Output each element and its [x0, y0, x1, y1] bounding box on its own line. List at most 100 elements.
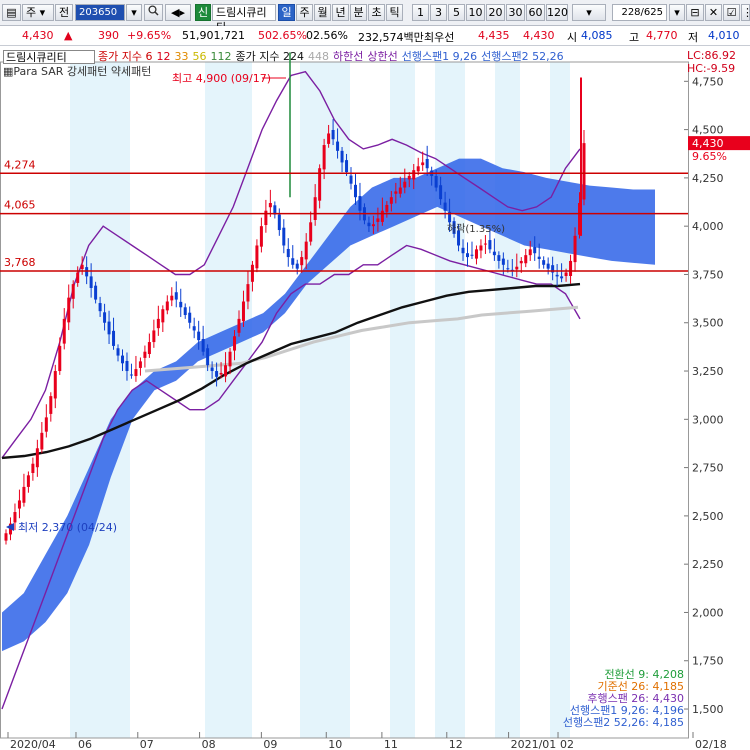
period-tab-2[interactable]: 월 — [314, 4, 331, 21]
stock-name: 드림시큐리티 — [212, 4, 276, 34]
candle-body — [528, 249, 532, 256]
candle-body — [107, 321, 111, 335]
code-dropdown-icon[interactable]: ▾ — [126, 4, 142, 21]
y-tick-label: 4,500 — [692, 124, 724, 137]
period-tab-1[interactable]: 주 — [296, 4, 313, 21]
candle-body — [501, 258, 505, 265]
candle-body — [421, 162, 425, 166]
sar-legend: ▦Para SAR 강세패턴 약세패턴 — [3, 63, 151, 79]
legend-ma-label: 종가 지수 6 — [98, 50, 153, 63]
candle-body — [44, 417, 48, 432]
stock-code-input[interactable]: 203650 — [75, 4, 125, 21]
candle-body — [259, 226, 263, 247]
y-tick-label: 2,250 — [692, 558, 724, 571]
close-chart-icon[interactable]: ✕ — [705, 4, 722, 21]
interval-button-5[interactable]: 5 — [448, 4, 465, 21]
candle-body — [336, 141, 340, 151]
y-tick-label: 3,000 — [692, 413, 724, 426]
period-tab-5[interactable]: 초 — [368, 4, 385, 21]
candle-body — [219, 372, 223, 375]
candle-body — [327, 133, 331, 144]
y-tick-label: 1,500 — [692, 703, 724, 716]
candle-body — [116, 348, 120, 356]
y-tick-label: 2,500 — [692, 510, 724, 523]
prev-button[interactable]: 전 — [55, 4, 73, 21]
high-annotation: 최고 4,900 (09/17) — [172, 72, 271, 85]
x-tick-label: 08 — [202, 738, 216, 750]
candle-body — [152, 330, 156, 343]
candle-body — [385, 204, 389, 212]
x-tick-label: 02 — [560, 738, 574, 750]
period-tab-0[interactable]: 일 — [278, 4, 295, 21]
quote-bar: 4,430 ▲ 390 +9.65% 51,901,721 502.65% 02… — [0, 26, 750, 46]
legend-ma-12: 12 — [156, 50, 171, 63]
candle-body — [277, 214, 281, 231]
candle-body — [546, 263, 550, 269]
candle-body — [13, 512, 17, 523]
down-arrow-icon[interactable]: ▾ — [669, 4, 685, 21]
candle-body — [255, 245, 259, 269]
candle-body — [98, 303, 102, 312]
candle-body — [268, 202, 272, 208]
checkbox-icon[interactable]: ☑ — [723, 4, 740, 21]
interval-button-30[interactable]: 30 — [506, 4, 525, 21]
candle-body — [488, 240, 492, 250]
period-tab-6[interactable]: 틱 — [386, 4, 403, 21]
interval-dropdown[interactable]: ▾ — [572, 4, 606, 21]
period-tab-3[interactable]: 년 — [332, 4, 349, 21]
current-price-pct: 9.65% — [692, 150, 727, 163]
candle-body — [398, 187, 402, 194]
type-selector[interactable]: 주 ▾ — [22, 4, 54, 21]
candle-body — [237, 318, 241, 333]
y-tick-label: 2,000 — [692, 606, 724, 619]
low-price: 4,010 — [708, 29, 740, 42]
y-tick-label: 4,250 — [692, 172, 724, 185]
candle-body — [439, 185, 443, 200]
candle-body — [282, 227, 286, 246]
candle-body — [250, 264, 254, 282]
x-tick-label: 11 — [384, 738, 398, 750]
low-annotation: 최저 2,370 (04/24) — [18, 521, 117, 534]
menu-icon[interactable]: ▤ — [2, 4, 21, 21]
candle-body — [120, 355, 124, 364]
interval-button-10[interactable]: 10 — [466, 4, 485, 21]
shaded-region-6 — [550, 62, 570, 738]
candle-body — [179, 301, 183, 308]
price-line-label-2: 3,768 — [4, 256, 36, 269]
legend-lower-band: 하한선 — [332, 50, 364, 63]
candle-body — [246, 284, 250, 302]
speaker-icon[interactable]: ◀▸ — [165, 4, 191, 21]
x-tick-label: 07 — [140, 738, 154, 750]
interval-button-120[interactable]: 120 — [546, 4, 568, 21]
candle-body — [58, 345, 62, 372]
interval-button-60[interactable]: 60 — [526, 4, 545, 21]
candle-body — [371, 224, 375, 227]
candle-body — [483, 243, 487, 245]
candle-body — [564, 272, 568, 277]
zoom-out-icon[interactable]: ⊟ — [686, 4, 704, 21]
interval-button-3[interactable]: 3 — [430, 4, 447, 21]
shaded-region-1 — [205, 62, 252, 738]
candle-body — [479, 245, 483, 251]
interval-button-1[interactable]: 1 — [412, 4, 429, 21]
candle-body — [156, 318, 160, 329]
change-value: 390 — [98, 29, 119, 42]
y-tick-label: 4,750 — [692, 75, 724, 88]
current-price-tag-label: 4,430 — [692, 137, 724, 150]
candle-body — [569, 260, 573, 277]
candle-body — [573, 235, 577, 263]
toolbar: ▤ 주 ▾ 전 203650 ▾ ◀▸ 신 드림시큐리티 일주월년분초틱 135… — [0, 0, 750, 34]
candle-body — [215, 371, 219, 377]
interval-button-20[interactable]: 20 — [486, 4, 505, 21]
indicator-name-box[interactable]: 드림시큐리티 — [3, 50, 95, 64]
candle-body — [206, 348, 210, 366]
period-tab-4[interactable]: 분 — [350, 4, 367, 21]
high-label: 고 — [629, 31, 640, 44]
search-icon[interactable] — [144, 4, 163, 21]
type-selector-label: 주 — [26, 6, 37, 19]
more-icon[interactable]: ⋮ — [741, 4, 750, 21]
candle-body — [241, 301, 245, 322]
candle-body — [353, 184, 357, 198]
candle-body — [466, 253, 470, 258]
price-chart[interactable]: 1,500 1,750 2,000 2,250 2,500 2,750 3,000 3,250… — [0, 46, 750, 750]
